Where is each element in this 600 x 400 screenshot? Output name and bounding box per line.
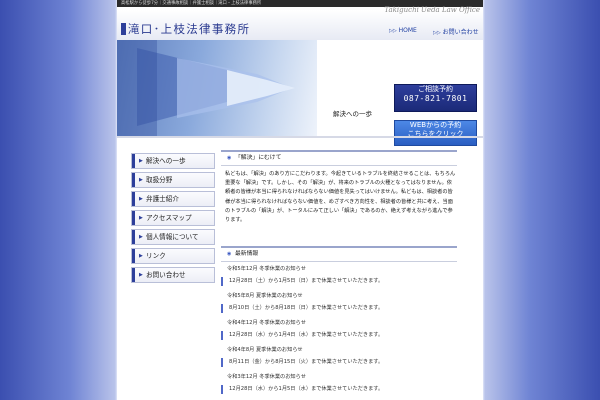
office-english-name: Takiguchi Ueda Law Office — [384, 6, 480, 14]
news-detail: 12月28日（水）から1月4日（水）まで休業させていただきます。 — [221, 331, 457, 340]
arrow-right-icon: ▷▷ — [433, 30, 441, 36]
news-detail: 8月11日（金）から8月15日（火）まで休業させていただきます。 — [221, 358, 457, 367]
nav-contact-label: お問い合わせ — [442, 29, 479, 36]
sidebar-item-bar — [132, 154, 135, 168]
news-item: 令和4年12月 冬季休業のお知らせ 12月28日（水）から1月4日（水）まで休業… — [221, 319, 457, 340]
phone-number: 087-821-7801 — [403, 94, 468, 103]
intro-paragraph: 私どもは、「解決」のあり方にこだわります。今起きているトラブルを終結させることは… — [225, 171, 456, 224]
site-tagline: 高松駅から徒歩7分｜交通事故相談｜弁護士相談｜滝口・上枝法律事務所 — [121, 1, 262, 6]
sidebar-item-bar — [132, 173, 135, 187]
arrow-right-icon: ▷▷ — [389, 28, 397, 34]
hero-caption: 解決への一歩 — [317, 106, 483, 122]
news-detail: 12月28日（水）から1月5日（水）まで休業させていただきます。 — [221, 385, 457, 394]
intro-section-heading: ◉ 「解決」にむけて — [221, 150, 457, 166]
hero-caption-text: 解決への一歩 — [333, 110, 372, 118]
triangle-right-icon: ▶ — [139, 196, 143, 202]
triangle-right-icon: ▶ — [139, 215, 143, 221]
nav-home-label: HOME — [398, 27, 417, 34]
sidebar-item-label: 個人情報について — [146, 233, 199, 241]
news-item: 令和3年12月 冬季休業のお知らせ 12月28日（水）から1月5日（水）まで休業… — [221, 373, 457, 394]
sidebar-item-links[interactable]: ▶ リンク — [131, 248, 215, 264]
sidebar-item-label: 弁護士紹介 — [146, 195, 179, 203]
triangle-right-icon: ▶ — [139, 253, 143, 259]
triangle-right-icon: ▶ — [139, 158, 143, 164]
triangle-right-icon: ▶ — [139, 272, 143, 278]
logo-mark — [121, 23, 126, 35]
sidebar-item-contact[interactable]: ▶ お問い合わせ — [131, 267, 215, 283]
sidebar-item-access-map[interactable]: ▶ アクセスマップ — [131, 210, 215, 226]
news-item: 令和5年8月 夏季休業のお知らせ 8月10日（土）から8月18日（日）まで休業さ… — [221, 292, 457, 313]
sidebar-item-label: お問い合わせ — [146, 271, 186, 279]
sidebar-item-bar — [132, 192, 135, 206]
web-reservation-button[interactable]: WEBからの予約 こちらをクリック — [394, 120, 477, 146]
page-container: 高松駅から徒歩7分｜交通事故相談｜弁護士相談｜滝口・上枝法律事務所 Takigu… — [117, 0, 483, 400]
phone-reservation-title: ご相談予約 — [418, 85, 453, 93]
hero-divider — [117, 136, 483, 138]
sidebar-item-label: リンク — [146, 252, 166, 260]
sidebar-item-bar — [132, 230, 135, 244]
sidebar-item-practice-areas[interactable]: ▶ 取扱分野 — [131, 172, 215, 188]
news-item: 令和5年12月 冬季休業のお知らせ 12月28日（土）から1月5日（日）まで休業… — [221, 265, 457, 286]
sidebar-item-privacy[interactable]: ▶ 個人情報について — [131, 229, 215, 245]
sidebar-item-solution[interactable]: ▶ 解決への一歩 — [131, 153, 215, 169]
news-heading-text: 最新情報 — [235, 251, 259, 257]
sidebar-item-bar — [132, 249, 135, 263]
nav-home-link[interactable]: ▷▷ HOME — [389, 27, 417, 34]
news-title[interactable]: 令和5年12月 冬季休業のお知らせ — [221, 265, 457, 273]
news-title[interactable]: 令和3年12月 冬季休業のお知らせ — [221, 373, 457, 381]
hero-image — [117, 40, 317, 136]
news-section-heading: ◉ 最新情報 — [221, 246, 457, 262]
circle-bullet-icon: ◉ — [227, 155, 232, 161]
sidebar-item-label: 取扱分野 — [146, 176, 173, 184]
intro-heading-text: 「解決」にむけて — [235, 155, 282, 161]
sidebar-nav: ▶ 解決への一歩 ▶ 取扱分野 ▶ 弁護士紹介 ▶ アクセスマップ ▶ 個人情報… — [131, 153, 215, 286]
sidebar-item-label: アクセスマップ — [146, 214, 192, 222]
nav-contact-link[interactable]: ▷▷ お問い合わせ — [433, 27, 479, 36]
arrow-graphic — [117, 40, 295, 136]
sidebar-item-lawyers[interactable]: ▶ 弁護士紹介 — [131, 191, 215, 207]
news-title[interactable]: 令和5年8月 夏季休業のお知らせ — [221, 292, 457, 300]
news-detail: 8月10日（土）から8月18日（日）まで休業させていただきます。 — [221, 304, 457, 313]
news-item: 令和4年8月 夏季休業のお知らせ 8月11日（金）から8月15日（火）まで休業さ… — [221, 346, 457, 367]
triangle-right-icon: ▶ — [139, 177, 143, 183]
news-detail: 12月28日（土）から1月5日（日）まで休業させていただきます。 — [221, 277, 457, 286]
sidebar-item-bar — [132, 268, 135, 282]
web-reservation-title: WEBからの予約 — [409, 121, 462, 129]
sidebar-item-label: 解決への一歩 — [146, 157, 186, 165]
news-title[interactable]: 令和4年12月 冬季休業のお知らせ — [221, 319, 457, 327]
circle-bullet-icon: ◉ — [227, 251, 232, 257]
triangle-right-icon: ▶ — [139, 234, 143, 240]
site-logo[interactable]: 滝口･上枝法律事務所 — [128, 21, 250, 37]
news-title[interactable]: 令和4年8月 夏季休業のお知らせ — [221, 346, 457, 354]
sidebar-item-bar — [132, 211, 135, 225]
